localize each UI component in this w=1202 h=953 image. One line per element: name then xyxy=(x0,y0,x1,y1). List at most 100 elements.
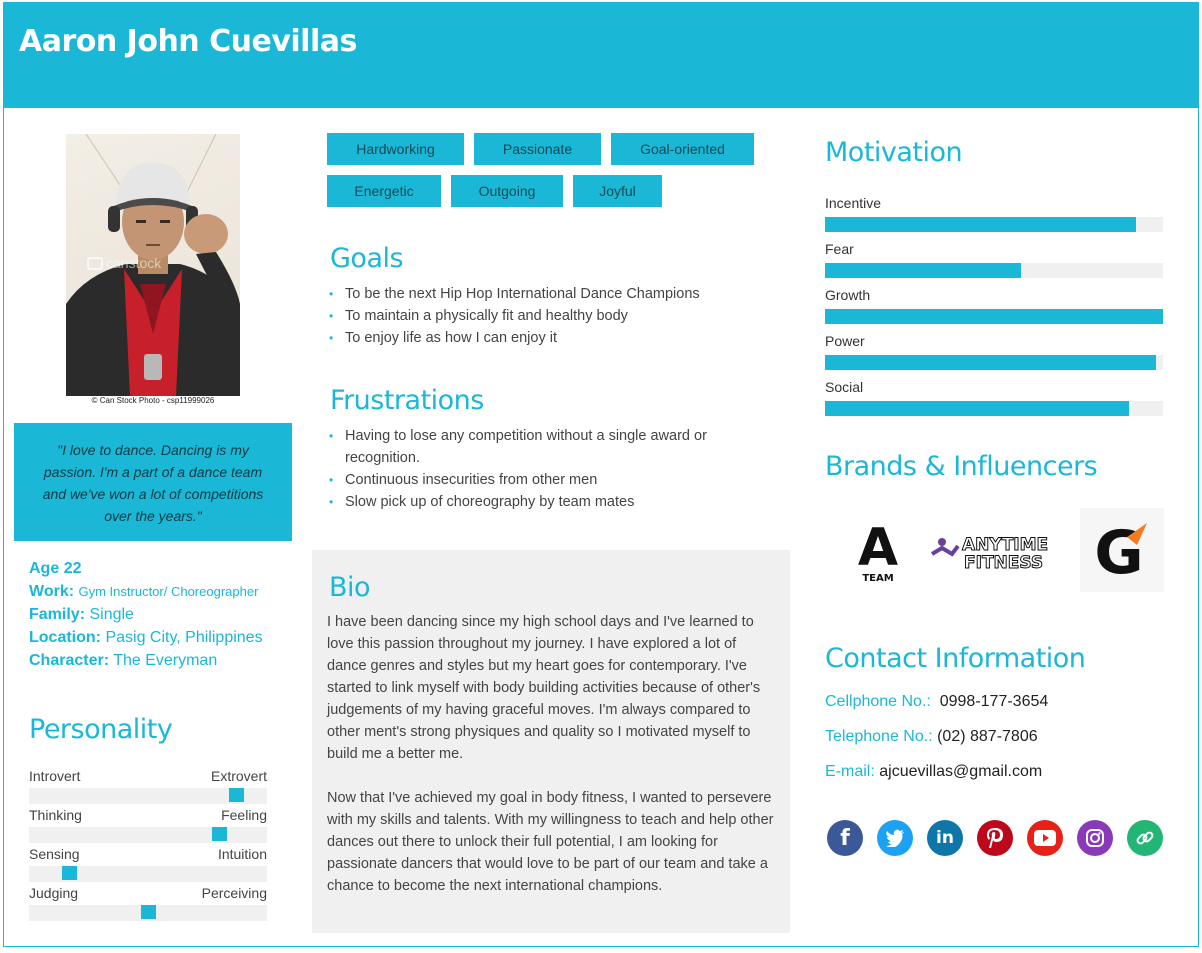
anytime-line-2: FITNESS xyxy=(964,553,1043,573)
contact-email: E-mail: ajcuevillas@gmail.com xyxy=(825,763,1042,781)
brands-title: Brands & Influencers xyxy=(825,451,1098,482)
motivation-power: Power xyxy=(825,333,1163,379)
tag-goal-oriented: Goal-oriented xyxy=(611,133,754,165)
list-item: To be the next Hip Hop International Dan… xyxy=(329,283,769,305)
motivation-fill xyxy=(825,401,1130,416)
motivation-track xyxy=(825,401,1163,416)
contact-title: Contact Information xyxy=(825,643,1086,674)
trait-left-label: Thinking xyxy=(29,807,82,823)
motivation-label: Growth xyxy=(825,287,871,303)
motivation-fill xyxy=(825,309,1163,324)
goals-title: Goals xyxy=(330,243,404,274)
tag-outgoing: Outgoing xyxy=(451,175,563,207)
trait-introvert-extrovert: Introvert Extrovert xyxy=(29,768,267,807)
motivation-title: Motivation xyxy=(825,137,963,168)
fact-character: Character: The Everyman xyxy=(29,649,299,672)
fact-age-value: 22 xyxy=(63,560,82,577)
facebook-glyph: f xyxy=(840,825,850,851)
list-item: Continuous insecurities from other men xyxy=(329,469,749,491)
contact-telephone: Telephone No.: (02) 887-7806 xyxy=(825,728,1038,746)
profile-photo: canstock xyxy=(66,134,240,396)
brand-anytime-fitness-logo: ANYTIME FITNESS xyxy=(928,508,1076,592)
trait-sensing-intuition: Sensing Intuition xyxy=(29,846,267,885)
cellphone-value: 0998-177-3654 xyxy=(939,693,1049,710)
brand-gatorade-logo: G xyxy=(1080,508,1164,592)
personality-title: Personality xyxy=(29,714,173,745)
motivation-incentive: Incentive xyxy=(825,195,1163,241)
motivation-track xyxy=(825,217,1163,232)
trait-judging-perceiving: Judging Perceiving xyxy=(29,885,267,924)
telephone-label: Telephone No.: xyxy=(825,728,933,745)
trait-right-label: Feeling xyxy=(221,807,267,823)
twitter-icon[interactable] xyxy=(877,820,913,856)
photo-watermark: canstock xyxy=(106,255,162,271)
motivation-track xyxy=(825,309,1163,324)
tag-passionate: Passionate xyxy=(474,133,601,165)
cellphone-label: Cellphone No.: xyxy=(825,693,931,710)
telephone-value: (02) 887-7806 xyxy=(937,728,1038,745)
motivation-fill xyxy=(825,263,1022,278)
trait-right-label: Extrovert xyxy=(210,768,267,784)
trait-right-label: Intuition xyxy=(217,846,267,862)
trait-marker xyxy=(141,905,156,919)
motivation-label: Incentive xyxy=(825,195,882,211)
email-label: E-mail: xyxy=(825,763,875,780)
fact-character-value: The Everyman xyxy=(113,652,218,669)
fact-location-value: Pasig City, Philippines xyxy=(105,629,263,646)
motivation-fear: Fear xyxy=(825,241,1163,287)
link-icon[interactable] xyxy=(1127,820,1163,856)
linkedin-icon[interactable]: in xyxy=(927,820,963,856)
motivation-social: Social xyxy=(825,379,1163,425)
youtube-icon[interactable] xyxy=(1027,820,1063,856)
motivation-growth: Growth xyxy=(825,287,1163,333)
trait-right-label: Perceiving xyxy=(201,885,267,901)
motivation-label: Power xyxy=(825,333,865,349)
instagram-icon[interactable] xyxy=(1077,820,1113,856)
fact-age-label: Age xyxy=(29,560,60,577)
fact-family-label: Family: xyxy=(29,606,86,623)
photo-caption: © Can Stock Photo - csp11999026 xyxy=(91,396,215,405)
bio-paragraph-1: I have been dancing since my high school… xyxy=(327,614,761,762)
bio-panel: Bio I have been dancing since my high sc… xyxy=(312,550,790,933)
motivation-label: Social xyxy=(825,379,864,395)
goals-list: To be the next Hip Hop International Dan… xyxy=(329,283,769,349)
trait-left-label: Sensing xyxy=(29,846,80,862)
motivation-label: Fear xyxy=(825,241,854,257)
email-value: ajcuevillas@gmail.com xyxy=(879,763,1043,780)
list-item: To enjoy life as how I can enjoy it xyxy=(329,327,769,349)
bio-paragraph-2: Now that I've achieved my goal in body f… xyxy=(327,790,774,894)
brand-a-team-logo: A TEAM xyxy=(836,508,920,592)
fact-work-value: Gym Instructor/ Choreographer xyxy=(78,584,259,599)
trait-left-label: Judging xyxy=(29,885,79,901)
pinterest-icon[interactable] xyxy=(977,820,1013,856)
frustrations-title: Frustrations xyxy=(330,385,484,416)
motivation-fill xyxy=(825,355,1157,370)
fact-work-label: Work: xyxy=(29,583,75,600)
list-item: Having to lose any competition without a… xyxy=(329,425,749,469)
fact-family-value: Single xyxy=(89,606,134,623)
list-item: To maintain a physically fit and healthy… xyxy=(329,305,769,327)
fact-character-label: Character: xyxy=(29,652,110,669)
a-team-word: TEAM xyxy=(862,573,893,584)
tag-energetic: Energetic xyxy=(327,175,441,207)
fact-location-label: Location: xyxy=(29,629,101,646)
anytime-line-1: ANYTIME xyxy=(962,535,1048,555)
trait-marker xyxy=(229,788,244,802)
facebook-icon[interactable]: f xyxy=(827,820,863,856)
a-team-letter: A xyxy=(858,518,898,578)
trait-track xyxy=(29,827,267,843)
tag-joyful: Joyful xyxy=(573,175,662,207)
persona-facts: Age 22 Work: Gym Instructor/ Choreograph… xyxy=(29,557,299,672)
trait-left-label: Introvert xyxy=(29,768,81,784)
trait-marker xyxy=(212,827,227,841)
fact-family: Family: Single xyxy=(29,603,299,626)
list-item: Slow pick up of choreography by team mat… xyxy=(329,491,749,513)
frustrations-list: Having to lose any competition without a… xyxy=(329,425,749,513)
fact-work: Work: Gym Instructor/ Choreographer xyxy=(29,580,299,603)
tag-hardworking: Hardworking xyxy=(327,133,464,165)
linkedin-glyph: in xyxy=(936,828,954,848)
fact-location: Location: Pasig City, Philippines xyxy=(29,626,299,649)
bio-title: Bio xyxy=(329,572,371,603)
motivation-track xyxy=(825,263,1163,278)
contact-cellphone: Cellphone No.: 0998-177-3654 xyxy=(825,693,1048,711)
